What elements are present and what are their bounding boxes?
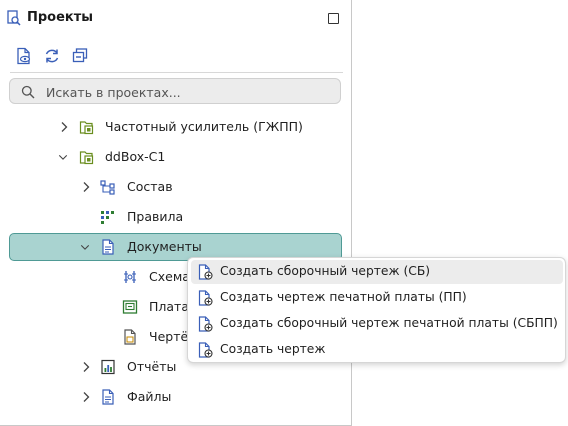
project-icon	[79, 151, 94, 165]
tree-item-label: Отчёты	[127, 359, 177, 374]
menu-item-label: Создать чертеж печатной платы (ПП)	[220, 290, 467, 304]
tree-item-label: Частотный усилитель (ГЖПП)	[105, 119, 303, 134]
menu-item-create-drawing[interactable]: Создать чертеж	[191, 338, 563, 362]
new-document-icon	[198, 264, 213, 280]
search-box[interactable]	[9, 78, 341, 104]
chevron-right-icon[interactable]	[59, 121, 69, 133]
schematic-icon	[124, 271, 136, 283]
tree-item-files[interactable]: Файлы	[0, 383, 351, 411]
tree-item-label: Состав	[127, 179, 173, 194]
documents-icon	[102, 239, 114, 255]
tree-item-label: Плата	[149, 299, 189, 314]
maximize-icon[interactable]	[328, 13, 339, 24]
chevron-down-icon[interactable]	[80, 241, 90, 253]
chevron-right-icon[interactable]	[81, 181, 91, 193]
projects-icon	[7, 10, 21, 26]
tree-item-label: Схема	[149, 269, 190, 284]
menu-item-create-assembly-drawing[interactable]: Создать сборочный чертеж (СБ)	[191, 260, 563, 284]
refresh-icon[interactable]	[43, 47, 61, 65]
reports-icon	[101, 359, 115, 375]
drawing-icon	[124, 329, 136, 345]
file-icon	[102, 389, 114, 405]
pcb-icon	[122, 300, 138, 314]
search-icon	[21, 85, 35, 99]
tree-item-label: Документы	[127, 239, 202, 254]
chevron-down-icon[interactable]	[58, 151, 68, 163]
toolbar-divider	[10, 72, 343, 73]
rules-icon	[101, 211, 114, 224]
tree-item-project-amplifier[interactable]: Частотный усилитель (ГЖПП)	[0, 113, 351, 141]
tree-item-composition[interactable]: Состав	[0, 173, 351, 201]
menu-item-label: Создать чертеж	[220, 342, 326, 356]
show-in-project-button[interactable]	[15, 47, 33, 65]
tree-item-label: Правила	[127, 209, 184, 224]
panel-toolbar	[0, 40, 351, 70]
context-menu: Создать сборочный чертеж (СБ) Создать че…	[187, 257, 566, 363]
menu-item-label: Создать сборочный чертеж (СБ)	[220, 264, 431, 278]
tree-item-label: Файлы	[127, 389, 172, 404]
panel-title: Проекты	[27, 10, 94, 25]
collapse-all-icon[interactable]	[71, 47, 89, 65]
new-document-icon	[198, 342, 213, 358]
menu-item-create-pcb-drawing[interactable]: Создать чертеж печатной платы (ПП)	[191, 286, 563, 310]
project-icon	[79, 121, 94, 135]
new-document-icon	[198, 290, 213, 306]
chevron-right-icon[interactable]	[81, 391, 91, 403]
tree-item-project-ddbox[interactable]: ddBox-C1	[0, 143, 351, 171]
tree-item-label: ddBox-C1	[105, 149, 166, 164]
panel-titlebar: Проекты	[0, 0, 351, 36]
chevron-right-icon[interactable]	[81, 361, 91, 373]
menu-item-label: Создать сборочный чертеж печатной платы …	[220, 316, 558, 330]
new-document-icon	[198, 316, 213, 332]
menu-item-create-pcb-assembly-drawing[interactable]: Создать сборочный чертеж печатной платы …	[191, 312, 563, 336]
tree-item-rules[interactable]: Правила	[0, 203, 351, 231]
hierarchy-icon	[100, 180, 115, 195]
search-input[interactable]	[44, 82, 338, 102]
